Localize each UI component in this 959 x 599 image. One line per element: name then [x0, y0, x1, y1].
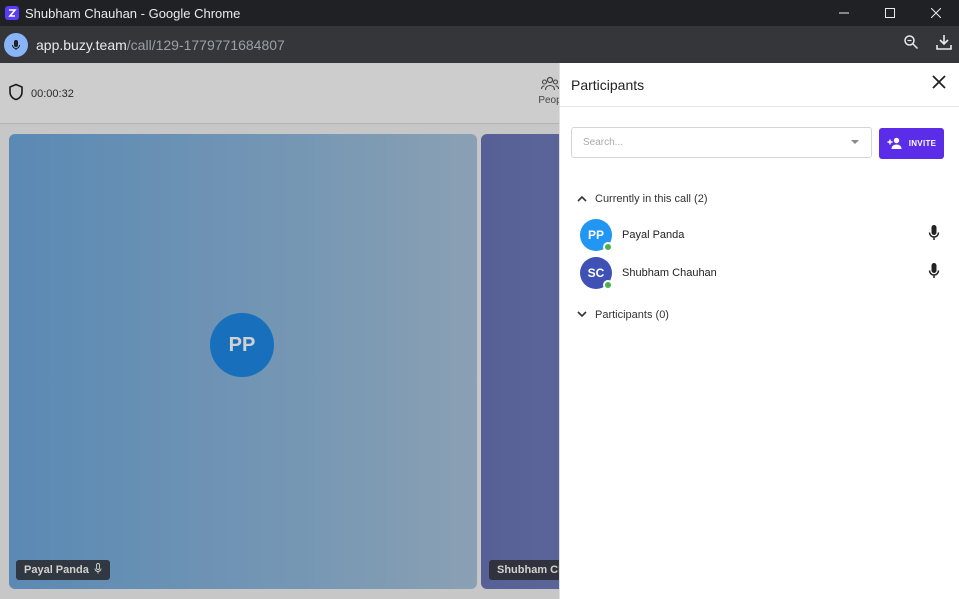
maximize-button[interactable] — [867, 0, 913, 26]
close-window-button[interactable] — [913, 0, 959, 26]
online-status-icon — [603, 280, 613, 290]
chevron-up-icon — [577, 193, 587, 205]
address-bar: app.buzy.team/call/129-1779771684807 — [0, 26, 959, 63]
page-content: 00:00:32 Peop PP Payal Panda Shubham Cha — [0, 63, 959, 599]
zoom-icon[interactable] — [903, 34, 919, 55]
mic-icon[interactable] — [928, 262, 940, 285]
participants-section-toggle[interactable]: Participants (0) — [577, 309, 669, 321]
invite-button[interactable]: INVITE — [879, 128, 944, 159]
avatar: PP — [580, 219, 613, 252]
participant-search[interactable] — [571, 127, 872, 158]
current-call-section-toggle[interactable]: Currently in this call (2) — [577, 193, 707, 205]
avatar: SC — [580, 257, 613, 290]
participant-name: Shubham Chauhan — [622, 267, 717, 279]
search-input[interactable] — [583, 137, 843, 148]
window-title: Shubham Chauhan - Google Chrome — [25, 5, 241, 21]
chevron-down-icon — [577, 309, 587, 321]
close-icon — [932, 74, 946, 94]
panel-title: Participants — [571, 76, 645, 93]
mic-in-use-icon[interactable] — [4, 32, 28, 57]
add-person-icon — [887, 137, 903, 151]
app-logo-icon — [5, 6, 19, 20]
online-status-icon — [603, 242, 613, 252]
participant-name: Payal Panda — [622, 229, 685, 241]
minimize-button[interactable] — [821, 0, 867, 26]
participant-row[interactable]: SC Shubham Chauhan — [580, 257, 940, 290]
download-icon[interactable] — [935, 33, 953, 56]
drawer-backdrop[interactable] — [0, 63, 559, 599]
url-field[interactable]: app.buzy.team/call/129-1779771684807 — [36, 37, 285, 53]
close-panel-button[interactable] — [928, 73, 950, 95]
participant-row[interactable]: PP Payal Panda — [580, 219, 940, 252]
participants-panel: Participants INVITE Currently in this ca… — [559, 63, 959, 599]
mic-icon[interactable] — [928, 224, 940, 247]
panel-header: Participants — [560, 63, 959, 107]
dropdown-arrow-icon[interactable] — [851, 140, 859, 144]
window-titlebar: Shubham Chauhan - Google Chrome — [0, 0, 959, 26]
